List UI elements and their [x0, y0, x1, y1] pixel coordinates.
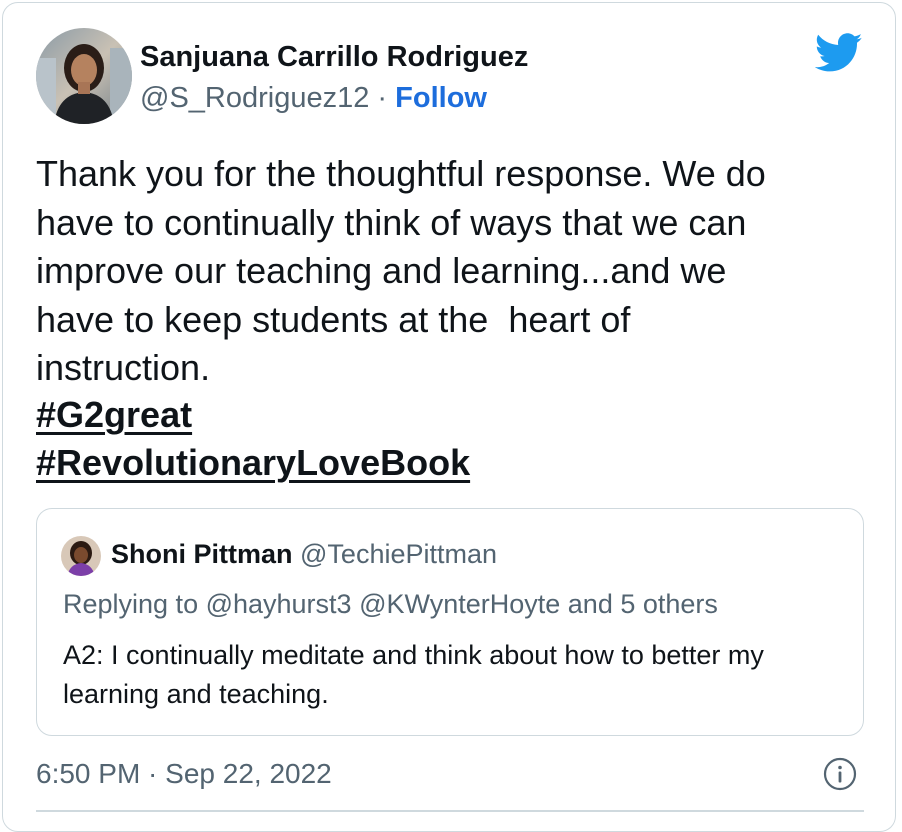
- tweet-timestamp[interactable]: 6:50 PM · Sep 22, 2022: [36, 758, 332, 790]
- tweet-text-line: Thank you for the thoughtful response. W…: [36, 153, 766, 194]
- author-name[interactable]: Sanjuana Carrillo Rodriguez: [140, 41, 528, 74]
- tweet-text-line: instruction.: [36, 347, 211, 388]
- author-meta: @S_Rodriguez12 · Follow: [140, 82, 487, 115]
- quoted-author-avatar[interactable]: [61, 536, 101, 576]
- quoted-header: Shoni Pittman @TechiePittman: [111, 539, 497, 570]
- follow-button[interactable]: Follow: [395, 82, 487, 114]
- tweet-text: Thank you for the thoughtful response. W…: [36, 150, 856, 393]
- tweet-text-line: have to keep students at the heart of: [36, 298, 631, 340]
- quoted-author-name: Shoni Pittman: [111, 539, 293, 569]
- divider: [36, 810, 864, 812]
- meta-separator: ·: [377, 82, 388, 114]
- info-icon[interactable]: [823, 757, 857, 791]
- hashtag-link[interactable]: #G2great: [36, 394, 192, 436]
- replying-to: Replying to @hayhurst3 @KWynterHoyte and…: [63, 589, 718, 619]
- hashtag-link[interactable]: #RevolutionaryLoveBook: [36, 442, 470, 484]
- quoted-tweet[interactable]: Shoni Pittman @TechiePittman Replying to…: [36, 508, 864, 736]
- tweet-text-line: improve our teaching and learning...and …: [36, 250, 727, 291]
- tweet-text-line: have to continually think of ways that w…: [36, 201, 747, 243]
- quoted-author-handle: @TechiePittman: [300, 539, 498, 569]
- author-avatar[interactable]: [36, 28, 132, 124]
- twitter-bird-icon[interactable]: [814, 33, 863, 73]
- author-handle[interactable]: @S_Rodriguez12: [140, 82, 369, 114]
- quoted-tweet-text: A2: I continually meditate and think abo…: [63, 640, 764, 709]
